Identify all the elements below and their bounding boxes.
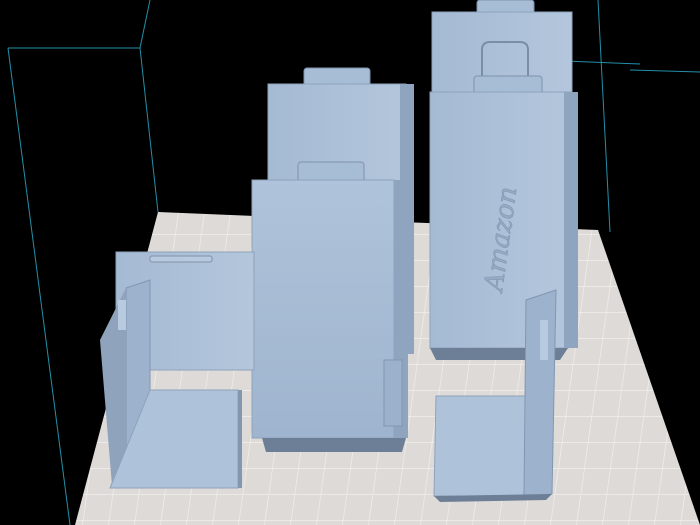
scene-canvas[interactable]: Amazon bbox=[0, 0, 700, 525]
front-left-bracket-part[interactable] bbox=[100, 251, 255, 489]
3d-viewport[interactable]: Amazon bbox=[0, 0, 700, 525]
center-front-tall-part[interactable] bbox=[251, 161, 408, 452]
